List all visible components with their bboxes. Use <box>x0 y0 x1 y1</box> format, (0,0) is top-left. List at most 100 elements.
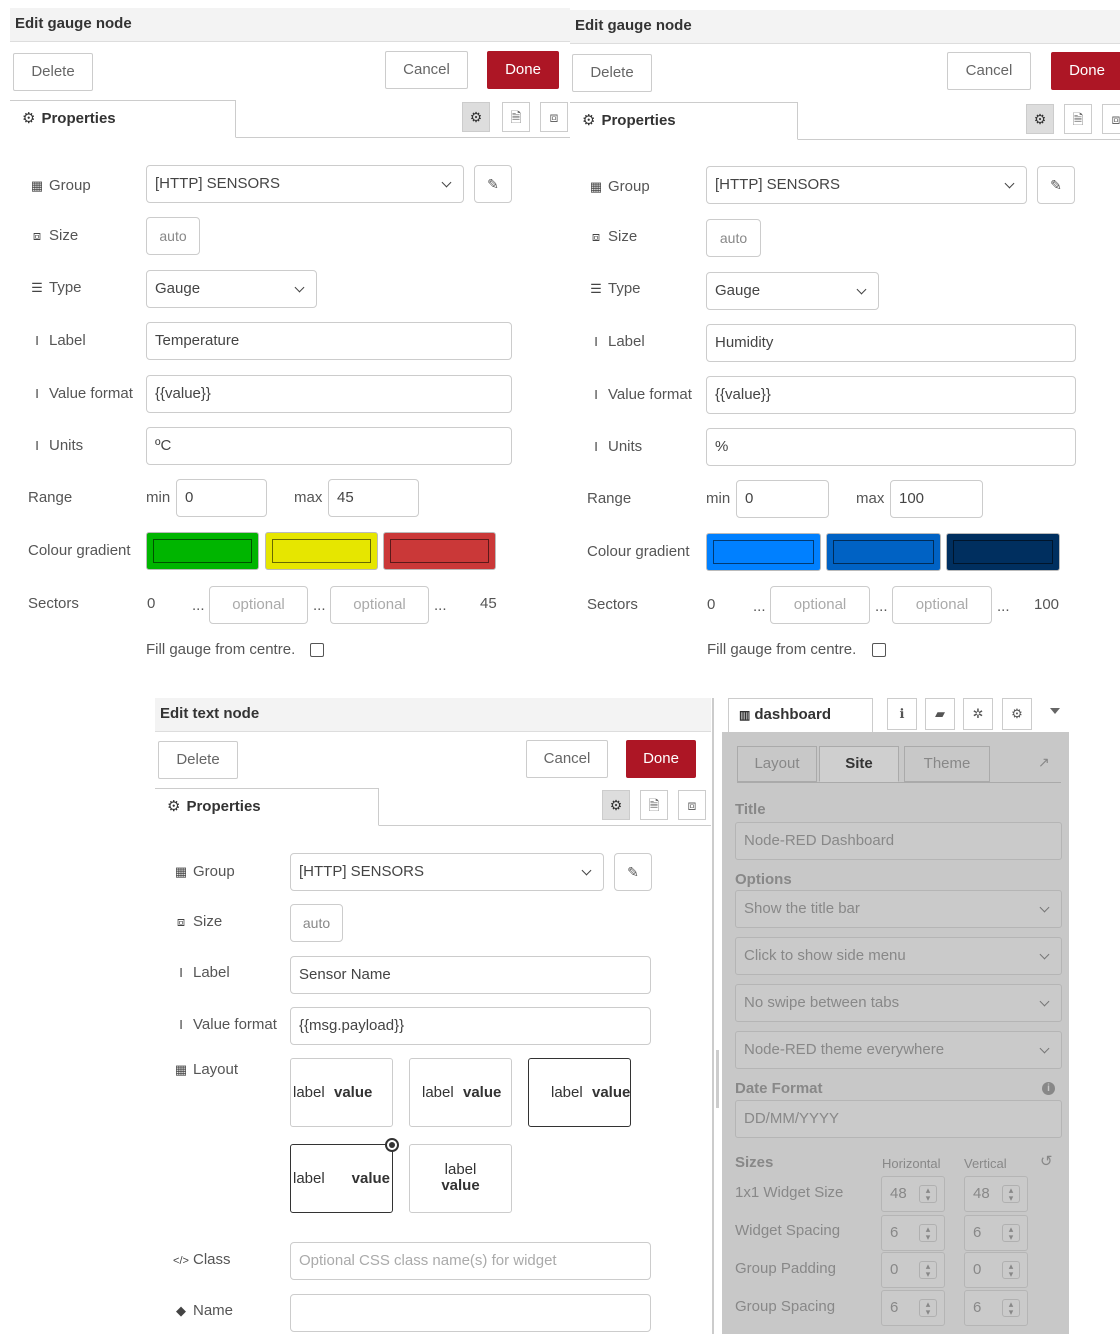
tab-layout[interactable]: Layout <box>737 746 817 782</box>
delete-button[interactable]: Delete <box>13 53 93 91</box>
site-title-input[interactable]: Node-RED Dashboard <box>735 822 1062 860</box>
widget-size-h-input[interactable]: 48 ▴ ▾ <box>881 1176 945 1212</box>
min-input[interactable]: 0 <box>176 479 267 517</box>
spinner-icon[interactable]: ▴ ▾ <box>919 1299 937 1317</box>
tab-theme[interactable]: Theme <box>904 746 990 782</box>
spinner-icon[interactable]: ▴ ▾ <box>919 1261 937 1279</box>
max-input[interactable]: 45 <box>328 479 419 517</box>
group-padding-v-input[interactable]: 0 ▴ ▾ <box>964 1252 1028 1288</box>
sector-1-input[interactable]: optional <box>209 586 308 624</box>
spinner-icon[interactable]: ▴ ▾ <box>1002 1261 1020 1279</box>
size-button[interactable]: auto <box>706 219 761 257</box>
settings-tab-icon[interactable]: ⚙ <box>462 102 490 132</box>
info-icon[interactable]: ℹ <box>887 698 917 730</box>
description-tab-icon[interactable]: 🗎 <box>1064 104 1092 134</box>
type-select[interactable]: Gauge <box>146 270 317 308</box>
settings-tab-icon[interactable]: ⚙ <box>1026 104 1054 134</box>
book-icon[interactable]: ▰ <box>925 698 955 730</box>
value-format-input[interactable]: {{msg.payload}} <box>290 1007 651 1045</box>
name-input[interactable] <box>290 1294 651 1332</box>
colour-swatch-low[interactable] <box>706 533 821 571</box>
group-select[interactable]: [HTTP] SENSORS <box>146 165 464 203</box>
chevron-down-icon[interactable] <box>1050 708 1060 714</box>
gauge-editor-temperature: Edit gauge node Delete Cancel Done ⚙ Prop… <box>10 8 570 673</box>
widget-spacing-h-input[interactable]: 6 ▴ ▾ <box>881 1215 945 1251</box>
spinner-icon[interactable]: ▴ ▾ <box>1002 1185 1020 1203</box>
tab-properties[interactable]: ⚙ Properties <box>10 100 236 138</box>
gear-icon[interactable]: ⚙ <box>1002 698 1032 730</box>
tab-properties[interactable]: ⚙ Properties <box>570 102 798 140</box>
group-select[interactable]: [HTTP] SENSORS <box>706 166 1027 204</box>
widget-spacing-v-input[interactable]: 6 ▴ ▾ <box>964 1215 1028 1251</box>
side-menu-select[interactable]: Click to show side menu <box>735 937 1062 975</box>
sector-1-input[interactable]: optional <box>770 586 870 624</box>
colour-swatch-low[interactable] <box>146 532 259 570</box>
fill-from-centre-checkbox[interactable] <box>310 643 324 657</box>
spinner-icon[interactable]: ▴ ▾ <box>919 1185 937 1203</box>
done-button[interactable]: Done <box>487 51 559 89</box>
external-link-icon[interactable]: ↗ <box>1038 754 1050 771</box>
size-button[interactable]: auto <box>290 904 343 942</box>
colour-swatch-high[interactable] <box>383 532 496 570</box>
fill-from-centre-checkbox[interactable] <box>872 643 886 657</box>
description-tab-icon[interactable]: 🗎 <box>502 102 530 132</box>
colour-swatch-mid[interactable] <box>265 532 378 570</box>
type-select[interactable]: Gauge <box>706 272 879 310</box>
spinner-icon[interactable]: ▴ ▾ <box>919 1224 937 1242</box>
group-select[interactable]: [HTTP] SENSORS <box>290 853 604 891</box>
value-format-input[interactable]: {{value}} <box>146 375 512 413</box>
spinner-icon[interactable]: ▴ ▾ <box>1002 1299 1020 1317</box>
swipe-select[interactable]: No swipe between tabs <box>735 984 1062 1022</box>
group-padding-h-input[interactable]: 0 ▴ ▾ <box>881 1252 945 1288</box>
widget-size-v-input[interactable]: 48 ▴ ▾ <box>964 1176 1028 1212</box>
size-button[interactable]: auto <box>146 217 200 255</box>
units-input[interactable]: % <box>706 428 1076 466</box>
layout-option-column[interactable]: label value <box>409 1144 512 1213</box>
edit-group-button[interactable]: ✎ <box>1037 166 1075 204</box>
edit-group-button[interactable]: ✎ <box>474 165 512 203</box>
cancel-button[interactable]: Cancel <box>385 51 468 89</box>
label-input[interactable]: Sensor Name <box>290 956 651 994</box>
delete-button[interactable]: Delete <box>572 54 652 92</box>
spinner-icon[interactable]: ▴ ▾ <box>1002 1224 1020 1242</box>
min-input[interactable]: 0 <box>736 480 829 518</box>
reset-icon[interactable]: ↺ <box>1040 1152 1053 1170</box>
info-circle-icon[interactable]: i <box>1042 1082 1055 1095</box>
appearance-tab-icon[interactable]: ⧈ <box>540 102 568 132</box>
layout-option-row-center[interactable]: label value <box>409 1058 512 1127</box>
colour-swatch-mid[interactable] <box>826 533 941 571</box>
cancel-button[interactable]: Cancel <box>526 740 608 778</box>
done-button[interactable]: Done <box>1051 52 1120 90</box>
bug-icon[interactable]: ✲ <box>963 698 993 730</box>
splitter-handle[interactable] <box>716 1050 719 1108</box>
sidebar-splitter[interactable] <box>712 698 714 1334</box>
group-spacing-h-input[interactable]: 6 ▴ ▾ <box>881 1290 945 1326</box>
label-input[interactable]: Humidity <box>706 324 1076 362</box>
label-input[interactable]: Temperature <box>146 322 512 360</box>
theme-scope-select[interactable]: Node-RED theme everywhere <box>735 1031 1062 1069</box>
cancel-button[interactable]: Cancel <box>947 52 1031 90</box>
description-tab-icon[interactable]: 🗎 <box>640 790 668 820</box>
class-input[interactable]: Optional CSS class name(s) for widget <box>290 1242 651 1280</box>
max-input[interactable]: 100 <box>890 480 983 518</box>
sector-2-input[interactable]: optional <box>330 586 429 624</box>
tab-properties[interactable]: ⚙ Properties <box>155 788 379 826</box>
tab-site[interactable]: Site <box>819 746 899 782</box>
layout-option-row-right[interactable]: label value <box>528 1058 631 1127</box>
value-format-input[interactable]: {{value}} <box>706 376 1076 414</box>
settings-tab-icon[interactable]: ⚙ <box>602 790 630 820</box>
title-bar-select[interactable]: Show the title bar <box>735 890 1062 928</box>
done-button[interactable]: Done <box>626 740 696 778</box>
appearance-tab-icon[interactable]: ⧈ <box>678 790 706 820</box>
appearance-tab-icon[interactable]: ⧈ <box>1102 104 1120 134</box>
layout-option-row-left[interactable]: label value <box>290 1058 393 1127</box>
delete-button[interactable]: Delete <box>158 741 238 779</box>
sector-2-input[interactable]: optional <box>892 586 992 624</box>
colour-swatch-high[interactable] <box>946 533 1060 571</box>
date-format-input[interactable]: DD/MM/YYYY <box>735 1100 1062 1138</box>
tab-dashboard[interactable]: ▥ dashboard <box>728 698 873 734</box>
units-input[interactable]: ºC <box>146 427 512 465</box>
layout-option-row-spread[interactable]: label value <box>290 1138 399 1213</box>
group-spacing-v-input[interactable]: 6 ▴ ▾ <box>964 1290 1028 1326</box>
edit-group-button[interactable]: ✎ <box>614 853 652 891</box>
